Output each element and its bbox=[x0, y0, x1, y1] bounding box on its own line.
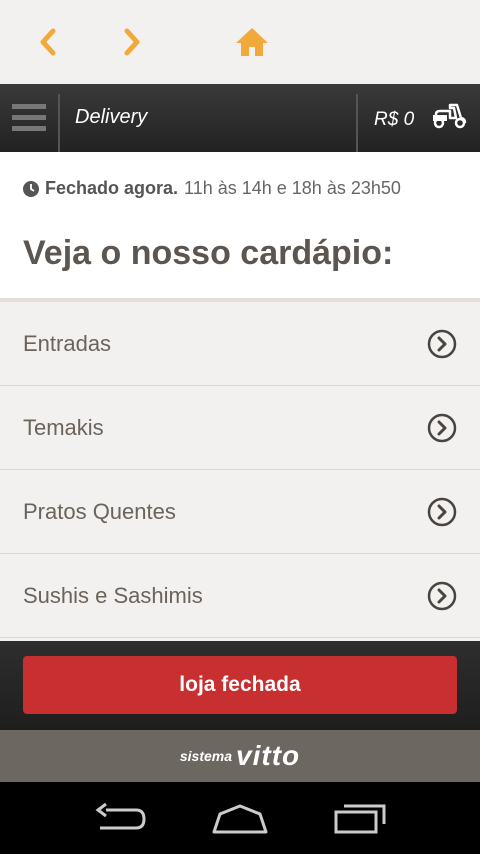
hours-text: 11h às 14h e 18h às 23h50 bbox=[184, 178, 401, 198]
list-item[interactable]: Entradas bbox=[0, 302, 480, 386]
chevron-right-circle-icon bbox=[427, 497, 457, 527]
brand-footer: sistema vitto bbox=[0, 730, 480, 782]
chevron-right-icon bbox=[124, 28, 140, 56]
home-button[interactable] bbox=[232, 22, 272, 62]
opening-hours: Fechado agora. 11h às 14h e 18h às 23h50 bbox=[23, 178, 401, 199]
category-label: Entradas bbox=[23, 331, 112, 356]
recent-apps-icon[interactable] bbox=[334, 802, 388, 834]
browser-toolbar bbox=[0, 0, 480, 84]
brand-logo: vitto bbox=[236, 740, 301, 771]
home-icon bbox=[236, 28, 268, 56]
list-item[interactable]: Temakis bbox=[0, 386, 480, 470]
chevron-right-circle-icon bbox=[427, 413, 457, 443]
header-title: Delivery bbox=[75, 106, 148, 128]
cart-total: R$ 0 bbox=[374, 109, 415, 130]
store-info: Fechado agora. 11h às 14h e 18h às 23h50… bbox=[0, 152, 480, 302]
brand-prefix: sistema bbox=[179, 748, 233, 764]
category-label: Sushis e Sashimis bbox=[23, 583, 203, 608]
chevron-left-icon bbox=[40, 28, 56, 56]
list-item[interactable]: Pratos Quentes bbox=[0, 470, 480, 554]
category-label: Temakis bbox=[23, 415, 104, 440]
app-header: Delivery R$ 0 bbox=[0, 84, 480, 152]
store-closed-button[interactable]: loja fechada bbox=[23, 656, 457, 714]
menu-button[interactable] bbox=[0, 84, 58, 152]
category-label: Pratos Quentes bbox=[23, 499, 176, 524]
cart-button[interactable]: R$ 0 bbox=[360, 84, 480, 152]
forward-button[interactable] bbox=[112, 22, 152, 62]
list-item[interactable]: Sushis e Sashimis bbox=[0, 554, 480, 638]
scooter-icon bbox=[433, 103, 467, 129]
system-nav-bar bbox=[0, 782, 480, 854]
category-list: Entradas Temakis Pratos Quentes Sushis e… bbox=[0, 302, 480, 638]
clock-icon bbox=[23, 180, 39, 197]
home-nav-icon[interactable] bbox=[212, 802, 268, 834]
hamburger-icon bbox=[12, 104, 46, 131]
store-status: Fechado agora. bbox=[45, 178, 179, 198]
header-divider bbox=[356, 94, 358, 152]
bottom-action-bar: loja fechada bbox=[0, 641, 480, 730]
page-title: Veja o nosso cardápio: bbox=[23, 234, 394, 272]
header-divider bbox=[58, 94, 60, 152]
back-icon[interactable] bbox=[94, 802, 148, 834]
chevron-right-circle-icon bbox=[427, 581, 457, 611]
back-button[interactable] bbox=[28, 22, 68, 62]
chevron-right-circle-icon bbox=[427, 329, 457, 359]
